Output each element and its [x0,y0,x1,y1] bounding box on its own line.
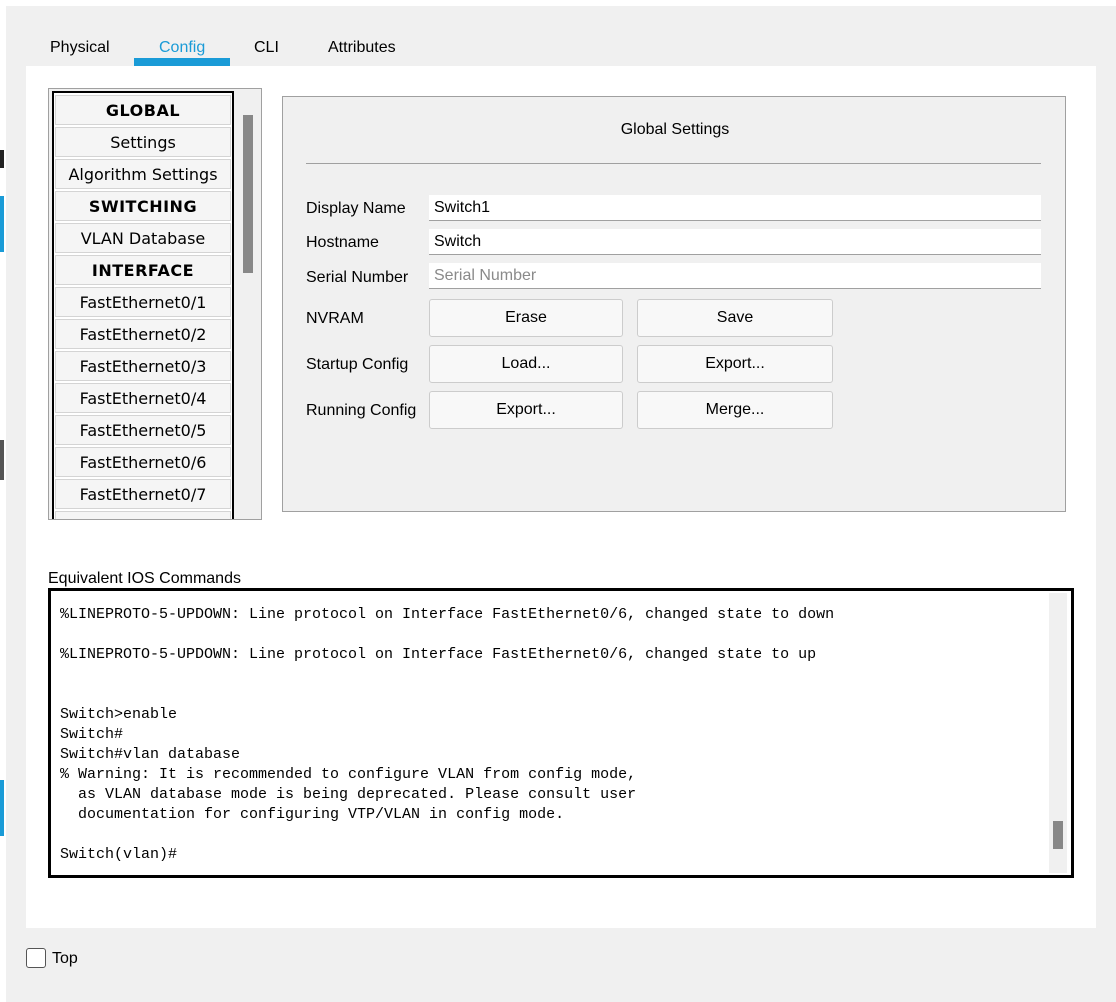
console-line: documentation for configuring VTP/VLAN i… [60,806,565,823]
hostname-label: Hostname [306,234,379,251]
nvram-save-button[interactable]: Save [637,299,833,337]
sidebar-item-global[interactable]: GLOBAL [55,95,231,125]
console-line: Switch>enable [60,706,178,723]
console-line: %LINEPROTO-5-UPDOWN: Line protocol on In… [60,646,817,663]
ios-commands-console[interactable]: %LINEPROTO-5-UPDOWN: Line protocol on In… [48,588,1074,878]
ios-commands-label: Equivalent IOS Commands [48,570,241,587]
serial-number-input[interactable] [429,263,1041,289]
top-checkbox-label: Top [52,950,78,967]
console-line: Switch# [60,726,124,743]
console-line: % Warning: It is recommended to configur… [60,766,637,783]
panel-divider [306,163,1041,164]
tab-cli[interactable]: CLI [254,39,279,57]
display-name-label: Display Name [306,200,406,217]
global-settings-panel: Global Settings Display Name Hostname Se… [282,96,1066,512]
config-sidebar: GLOBAL Settings Algorithm Settings SWITCHIN… [48,88,262,520]
tab-attributes[interactable]: Attributes [328,39,396,57]
tab-physical[interactable]: Physical [50,39,110,57]
console-scrollbar-thumb[interactable] [1053,821,1063,849]
top-checkbox[interactable] [26,948,46,968]
sidebar-item-settings[interactable]: Settings [55,127,231,157]
sidebar-item-fastethernet0-6[interactable]: FastEthernet0/6 [55,447,231,477]
console-output: %LINEPROTO-5-UPDOWN: Line protocol on In… [60,605,834,865]
display-name-input[interactable] [429,195,1041,221]
sidebar-item-fastethernet0-3[interactable]: FastEthernet0/3 [55,351,231,381]
sidebar-item-fastethernet0-1[interactable]: FastEthernet0/1 [55,287,231,317]
sidebar-item-algorithm-settings[interactable]: Algorithm Settings [55,159,231,189]
sidebar-item-vlan-database[interactable]: VLAN Database [55,223,231,253]
sidebar-item-fastethernet0-5[interactable]: FastEthernet0/5 [55,415,231,445]
sidebar-item-fastethernet0-2[interactable]: FastEthernet0/2 [55,319,231,349]
startup-export-button[interactable]: Export... [637,345,833,383]
tab-config[interactable]: Config [159,39,205,57]
sidebar-scrollbar-thumb[interactable] [243,115,253,273]
console-line: Switch#vlan database [60,746,241,763]
sidebar-item-switching[interactable]: SWITCHING [55,191,231,221]
startup-config-label: Startup Config [306,356,409,373]
console-line: Switch(vlan)# [60,846,178,863]
nvram-label: NVRAM [306,310,364,327]
sidebar-item-fastethernet0-8[interactable]: FastEthernet0/8 [55,511,231,519]
sidebar-item-fastethernet0-7[interactable]: FastEthernet0/7 [55,479,231,509]
active-tab-indicator [134,58,230,66]
console-line: as VLAN database mode is being deprecate… [60,786,637,803]
nvram-erase-button[interactable]: Erase [429,299,623,337]
hostname-input[interactable] [429,229,1041,255]
sidebar-item-fastethernet0-4[interactable]: FastEthernet0/4 [55,383,231,413]
device-config-window: Physical Config CLI Attributes GLOBAL Set… [6,6,1116,1002]
running-merge-button[interactable]: Merge... [637,391,833,429]
running-export-button[interactable]: Export... [429,391,623,429]
panel-title: Global Settings [620,121,730,138]
sidebar-item-interface[interactable]: INTERFACE [55,255,231,285]
sidebar-list: GLOBAL Settings Algorithm Settings SWITCHIN… [52,91,234,519]
serial-number-label: Serial Number [306,269,409,286]
console-line: %LINEPROTO-5-UPDOWN: Line protocol on In… [60,606,835,623]
startup-load-button[interactable]: Load... [429,345,623,383]
running-config-label: Running Config [306,402,417,419]
config-content: GLOBAL Settings Algorithm Settings SWITCHIN… [26,66,1096,928]
